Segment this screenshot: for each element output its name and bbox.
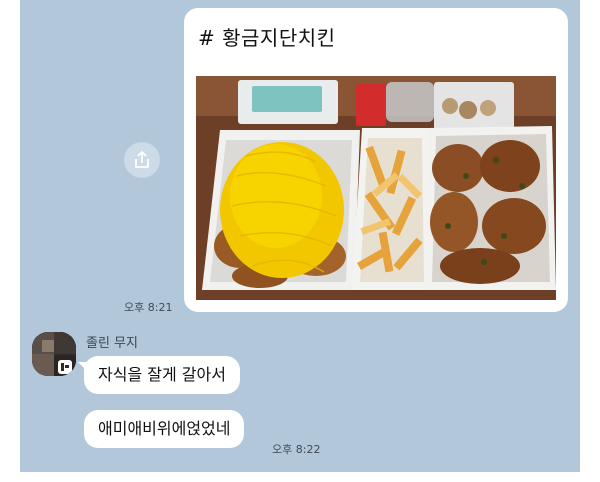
card-title: # 황금지단치킨: [198, 26, 336, 50]
share-button[interactable]: [124, 142, 160, 178]
sender-name: 졸린 무지: [86, 336, 138, 351]
shared-photo-card[interactable]: # 황금지단치킨: [184, 8, 568, 312]
message-bubble[interactable]: 자식을 잘게 갈아서: [84, 356, 240, 394]
message-timestamp: 오후 8:21: [124, 301, 173, 314]
share-icon: [135, 151, 149, 168]
chicken-photo-image: [196, 76, 556, 300]
avatar[interactable]: [32, 332, 76, 376]
message-timestamp: 오후 8:22: [272, 443, 321, 456]
message-bubble[interactable]: 애미애비위에얹었네: [84, 410, 245, 448]
chicken-photo[interactable]: [196, 76, 556, 300]
chat-room: # 황금지단치킨 오후 8:21 졸린 무지 자식을 잘게 갈아서 애미애비위에…: [20, 0, 580, 472]
talk-badge-icon: [58, 360, 72, 374]
